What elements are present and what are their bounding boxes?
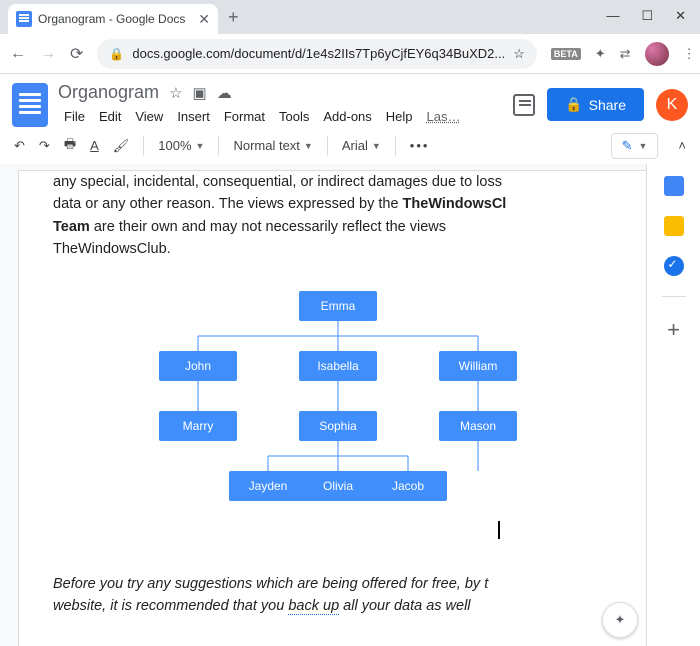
chart-node[interactable]: Jayden	[229, 471, 307, 501]
reload-icon[interactable]: ⟳	[70, 44, 83, 64]
forward-icon[interactable]: →	[40, 45, 56, 63]
tab-close-icon[interactable]: ✕	[198, 11, 210, 28]
tab-title: Organogram - Google Docs	[38, 12, 192, 26]
font-dropdown[interactable]: Arial▼	[342, 138, 381, 153]
comments-icon[interactable]	[513, 94, 535, 116]
tasks-icon[interactable]	[664, 256, 684, 276]
chart-node[interactable]: William	[439, 351, 517, 381]
new-tab-button[interactable]: +	[228, 7, 239, 28]
chart-node[interactable]: Olivia	[299, 471, 377, 501]
close-button[interactable]: ✕	[675, 8, 686, 24]
redo-icon[interactable]: ↷	[39, 138, 50, 154]
chart-node[interactable]: John	[159, 351, 237, 381]
calendar-icon[interactable]	[664, 176, 684, 196]
maximize-button[interactable]: ☐	[641, 8, 653, 24]
add-addon-icon[interactable]: +	[667, 317, 680, 343]
side-panel: +	[646, 164, 700, 646]
share-label: Share	[589, 97, 626, 113]
browser-titlebar: Organogram - Google Docs ✕ + — ☐ ✕	[0, 0, 700, 34]
back-icon[interactable]: ←	[10, 45, 26, 63]
menu-last-edit[interactable]: Las…	[421, 106, 467, 127]
chart-node[interactable]: Jacob	[369, 471, 447, 501]
lock-icon: 🔒	[565, 96, 582, 113]
text-cursor	[498, 521, 500, 539]
spellcheck-icon[interactable]: A	[90, 138, 99, 153]
lock-icon: 🔒	[109, 47, 124, 61]
url-bar[interactable]: 🔒 docs.google.com/document/d/1e4s2IIs7Tp…	[97, 39, 537, 69]
paragraph[interactable]: Before you try any suggestions which are…	[53, 573, 623, 618]
paragraph[interactable]: any special, incidental, consequential, …	[53, 171, 623, 261]
collapse-toolbar-icon[interactable]: ˄	[678, 138, 686, 153]
kebab-icon[interactable]: ⋮	[683, 46, 696, 62]
docs-toolbar: ↶ ↷ 🖶 A 🖌 100%▼ Normal text▼ Arial▼ ••• …	[0, 127, 700, 165]
extensions: BETA ✦ ⇄ ⋮	[551, 42, 696, 66]
chart-node[interactable]: Mason	[439, 411, 517, 441]
cloud-icon[interactable]: ☁	[217, 84, 232, 102]
docs-header: Organogram ☆ ▣ ☁ File Edit View Insert F…	[0, 74, 700, 127]
beta-badge[interactable]: BETA	[551, 48, 581, 60]
account-avatar[interactable]: K	[656, 89, 688, 121]
move-icon[interactable]: ▣	[193, 84, 207, 102]
chart-node[interactable]: Isabella	[299, 351, 377, 381]
menu-edit[interactable]: Edit	[93, 106, 127, 127]
settings-icon[interactable]: ⇄	[620, 46, 631, 62]
extensions-icon[interactable]: ✦	[595, 46, 606, 62]
print-icon[interactable]: 🖶	[64, 135, 76, 157]
star-icon[interactable]: ☆	[169, 84, 182, 102]
chart-node[interactable]: Marry	[159, 411, 237, 441]
editing-mode-button[interactable]: ✎▼	[611, 133, 659, 159]
menu-view[interactable]: View	[129, 106, 169, 127]
star-icon[interactable]: ☆	[513, 46, 525, 62]
url-text: docs.google.com/document/d/1e4s2IIs7Tp6y…	[132, 46, 505, 61]
more-tools-icon[interactable]: •••	[410, 138, 430, 153]
menu-help[interactable]: Help	[380, 106, 419, 127]
undo-icon[interactable]: ↶	[14, 138, 25, 154]
menu-insert[interactable]: Insert	[171, 106, 216, 127]
document-title[interactable]: Organogram	[58, 82, 159, 103]
organogram-chart[interactable]: Emma John Isabella William Marry Sophia …	[138, 291, 538, 541]
page: any special, incidental, consequential, …	[18, 170, 646, 646]
docs-logo-icon[interactable]	[12, 83, 48, 127]
separator	[662, 296, 686, 297]
chart-node[interactable]: Emma	[299, 291, 377, 321]
document-canvas[interactable]: any special, incidental, consequential, …	[0, 164, 646, 646]
style-dropdown[interactable]: Normal text▼	[233, 138, 312, 153]
zoom-dropdown[interactable]: 100%▼	[158, 138, 204, 153]
profile-avatar[interactable]	[645, 42, 669, 66]
keep-icon[interactable]	[664, 216, 684, 236]
browser-tab[interactable]: Organogram - Google Docs ✕	[8, 4, 218, 34]
pencil-icon: ✎	[622, 138, 633, 154]
menu-format[interactable]: Format	[218, 106, 271, 127]
menu-tools[interactable]: Tools	[273, 106, 315, 127]
explore-button[interactable]: ✦	[602, 602, 638, 638]
browser-toolbar: ← → ⟳ 🔒 docs.google.com/document/d/1e4s2…	[0, 34, 700, 74]
menu-addons[interactable]: Add-ons	[317, 106, 377, 127]
menu-bar: File Edit View Insert Format Tools Add-o…	[58, 106, 509, 127]
minimize-button[interactable]: —	[606, 8, 619, 24]
chart-node[interactable]: Sophia	[299, 411, 377, 441]
share-button[interactable]: 🔒 Share	[547, 88, 644, 121]
docs-favicon	[16, 11, 32, 27]
window-controls: — ☐ ✕	[592, 8, 700, 34]
menu-file[interactable]: File	[58, 106, 91, 127]
paint-format-icon[interactable]: 🖌	[113, 138, 130, 154]
